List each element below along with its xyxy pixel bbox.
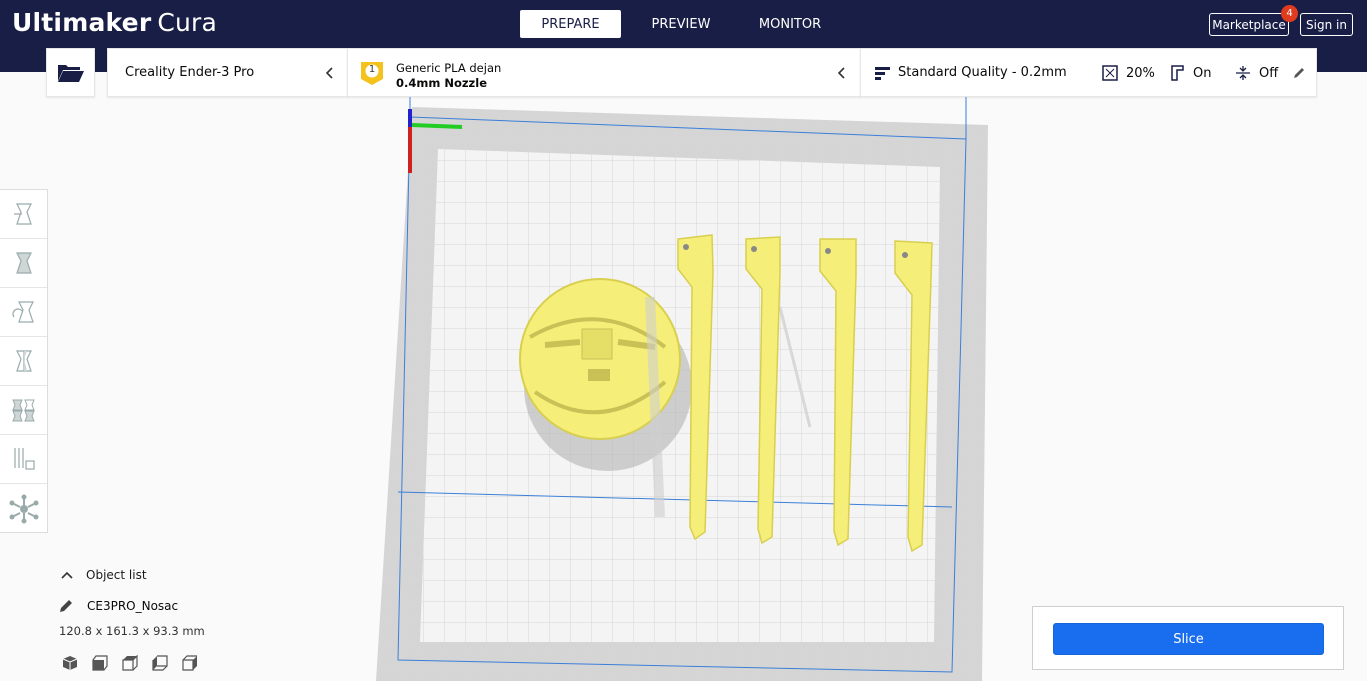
adhesion-setting: Off (1235, 65, 1278, 81)
infill-value: 20% (1126, 65, 1155, 81)
top-view-icon (122, 655, 138, 671)
view-right-button[interactable] (182, 654, 212, 672)
object-list-panel: Object list CE3PRO_Nosac 120.8 x 161.3 x… (58, 568, 318, 678)
object-list-toggle[interactable]: Object list (58, 568, 147, 582)
print-settings-panel[interactable]: Standard Quality - 0.2mm 20% On Off (860, 48, 1317, 97)
printer-selector[interactable]: Creality Ender-3 Pro (107, 48, 348, 97)
material-selector[interactable]: 1 Generic PLA dejan 0.4mm Nozzle (347, 48, 861, 97)
axis-x (411, 123, 463, 129)
support-blocker-button[interactable] (0, 435, 47, 484)
marketplace-notification-badge: 4 (1281, 5, 1298, 22)
move-tool-icon (13, 203, 32, 225)
object-list-label: Object list (86, 568, 147, 582)
rotate-tool-button[interactable] (0, 288, 47, 337)
move-tool-button[interactable] (0, 190, 47, 239)
material-name: Generic PLA dejan (396, 61, 502, 75)
mirror-tool-icon (15, 350, 32, 372)
tab-monitor[interactable]: MONITOR (737, 10, 843, 38)
edit-settings-pencil-icon[interactable] (1292, 66, 1306, 80)
slice-button[interactable]: Slice (1053, 623, 1324, 655)
chevron-up-icon (61, 571, 73, 579)
marketplace-button[interactable]: Marketplace (1209, 13, 1289, 36)
mirror-tool-button[interactable] (0, 337, 47, 386)
infill-icon (1102, 65, 1118, 81)
folder-open-icon (57, 64, 84, 82)
right-view-icon (182, 655, 197, 671)
scale-tool-icon (15, 252, 32, 274)
view-top-button[interactable] (122, 654, 152, 672)
build-plate-viewport[interactable] (360, 97, 1000, 681)
nozzle-size: 0.4mm Nozzle (396, 76, 487, 90)
scale-tool-button[interactable] (0, 239, 47, 288)
tab-preview[interactable]: PREVIEW (627, 10, 735, 38)
action-panel: Slice (1032, 606, 1344, 670)
support-setting: On (1169, 65, 1211, 81)
left-view-icon (152, 655, 168, 671)
infill-setting: 20% (1102, 65, 1155, 81)
sign-in-button[interactable]: Sign in (1300, 13, 1353, 36)
tab-prepare[interactable]: PREPARE (520, 10, 621, 38)
printer-name: Creality Ender-3 Pro (125, 65, 255, 80)
logo-brand: Ultimaker (12, 8, 152, 37)
per-model-settings-icon (11, 399, 35, 422)
adhesion-icon (1236, 66, 1250, 80)
view-3d-button[interactable] (62, 654, 92, 672)
quality-profile-name: Standard Quality - 0.2mm (898, 65, 1067, 80)
object-list-item[interactable]: CE3PRO_Nosac (58, 598, 178, 614)
tree-support-icon (9, 494, 38, 523)
chevron-left-icon (325, 67, 333, 79)
3d-view-icon (62, 656, 78, 670)
pencil-icon (60, 600, 72, 612)
logo-product: Cura (157, 8, 218, 37)
object-name: CE3PRO_Nosac (87, 599, 179, 613)
chevron-left-icon (837, 67, 845, 79)
support-value: On (1193, 65, 1212, 81)
support-blocker-icon (13, 448, 35, 470)
stage-tabs: PREPARE PREVIEW MONITOR (520, 10, 843, 38)
open-file-button[interactable] (46, 48, 95, 97)
per-model-settings-button[interactable] (0, 386, 47, 435)
app-logo: Ultimaker Cura (12, 8, 217, 37)
extruder-number: 1 (368, 64, 376, 75)
adhesion-value: Off (1259, 65, 1279, 81)
quality-profile-icon (875, 67, 890, 80)
rotate-tool-icon (11, 301, 34, 323)
tool-bar (0, 189, 48, 533)
front-view-icon (92, 655, 108, 671)
view-front-button[interactable] (92, 654, 122, 672)
view-orientation-buttons (62, 654, 212, 672)
view-left-button[interactable] (152, 654, 182, 672)
support-icon (1171, 65, 1184, 81)
tree-support-button[interactable] (0, 484, 47, 533)
object-dimensions: 120.8 x 161.3 x 93.3 mm (59, 624, 205, 638)
